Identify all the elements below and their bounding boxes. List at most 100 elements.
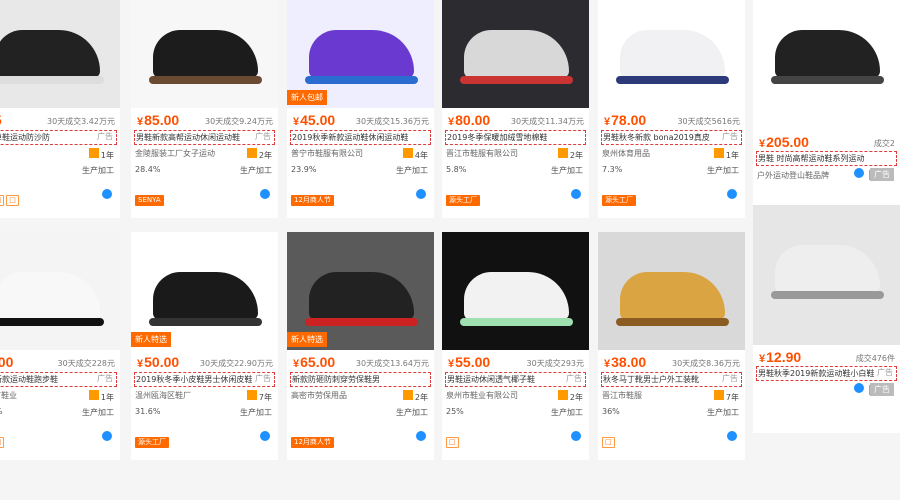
shoe-illustration <box>775 245 880 293</box>
service-badges: SENYA <box>135 187 166 206</box>
shop-years-value: 1年 <box>100 393 114 402</box>
shoe-illustration <box>775 30 880 78</box>
chat-icon[interactable] <box>571 431 581 441</box>
product-image[interactable]: 新人包邮 <box>287 0 434 108</box>
product-card[interactable]: ¥80.00 30天成交11.34万元 2019冬季保暖加绒雪地棉鞋 晋江市鞋服有限公… <box>442 0 589 218</box>
product-grid: ¥9530天成交3.42万元男系单鞋运动防沙防广告金陵1年16%生产加工□□□¥… <box>0 0 900 500</box>
product-image[interactable] <box>753 205 900 345</box>
service-badges: 12月商人节 <box>291 429 336 448</box>
shoe-illustration <box>309 30 414 78</box>
shop-years-value: 2年 <box>414 393 428 402</box>
product-image[interactable]: 新人特选 <box>287 232 434 350</box>
product-image[interactable] <box>598 232 745 350</box>
ad-label: 广告 <box>720 373 740 384</box>
product-card[interactable]: 新人特选 ¥65.00 30天成交13.64万元 新款防砸防刺穿劳保鞋男 高密市劳保用品… <box>287 232 434 460</box>
product-title[interactable]: 男鞋 时尚高帮运动鞋系列运动 <box>756 151 897 166</box>
ad-label: 广告 <box>253 131 273 142</box>
service-badges: □ <box>602 429 617 448</box>
shop-name[interactable]: 户外运动登山鞋品牌 <box>757 170 857 181</box>
repurchase-rate: 31.6% <box>135 407 161 416</box>
price: ¥55.00 <box>448 354 491 370</box>
shop-name[interactable]: 泉州市鞋业有限公司 <box>446 390 546 401</box>
business-type: 生产加工 <box>707 408 739 417</box>
product-image[interactable] <box>442 232 589 350</box>
chat-icon[interactable] <box>854 383 864 393</box>
product-card[interactable]: 新人特选 ¥50.00 30天成交22.90万元 2019秋冬季小皮鞋男士休闲皮鞋 广告… <box>131 232 278 460</box>
shop-level-icon <box>713 390 724 400</box>
service-badge: □ <box>0 195 5 206</box>
product-card[interactable]: 新人包邮 ¥45.00 30天成交15.36万元 2019秋季新款运动鞋休闲运动鞋 普宁… <box>287 0 434 218</box>
shoe-illustration <box>620 272 725 320</box>
promo-tag: 新人包邮 <box>287 90 327 105</box>
sales-volume: 30天成交3.42万元 <box>47 117 115 126</box>
product-image[interactable] <box>753 0 900 130</box>
product-title[interactable]: 新款防砸防刺穿劳保鞋男 <box>290 372 431 387</box>
shop-level-icon <box>246 390 257 400</box>
promo-tag: 新人特选 <box>287 332 327 347</box>
ad-label: 广告 <box>875 367 895 378</box>
product-image[interactable] <box>0 0 120 108</box>
chat-icon[interactable] <box>727 431 737 441</box>
chat-icon[interactable] <box>416 431 426 441</box>
chat-icon[interactable] <box>102 189 112 199</box>
chat-icon[interactable] <box>260 189 270 199</box>
service-badge: □ <box>602 437 615 448</box>
shop-level-icon <box>246 148 257 158</box>
shop-name[interactable]: 临沂市鞋业 <box>0 390 77 401</box>
shop-name[interactable]: 晋江市鞋服有限公司 <box>446 148 546 159</box>
shop-years: 2年 <box>246 148 272 161</box>
chat-icon[interactable] <box>102 431 112 441</box>
business-type: 生产加工 <box>396 408 428 417</box>
shoe-sole <box>460 318 573 326</box>
business-type: 生产加工 <box>240 166 272 175</box>
repurchase-rate: 36% <box>602 407 620 416</box>
shop-name[interactable]: 泉州体育用品 <box>602 148 702 159</box>
chat-icon[interactable] <box>571 189 581 199</box>
shop-years: 1年 <box>713 148 739 161</box>
product-image[interactable] <box>442 0 589 108</box>
business-type: 生产加工 <box>551 166 583 175</box>
shop-name[interactable]: 温州瓯海区鞋厂 <box>135 390 235 401</box>
shoe-illustration <box>153 272 258 320</box>
product-card[interactable]: ¥205.00成交2男鞋 时尚高帮运动鞋系列运动户外运动登山鞋品牌1年广告 <box>753 0 900 218</box>
shoe-illustration <box>0 272 100 320</box>
service-badge: SENYA <box>135 195 164 206</box>
product-image[interactable] <box>598 0 745 108</box>
product-card[interactable]: ¥38.00 30天成交8.36万元 秋冬马丁靴男士户外工装靴 广告 晋江市鞋服 7年 36… <box>598 232 745 460</box>
service-badge: 源头工厂 <box>446 195 480 206</box>
product-image[interactable]: 新人特选 <box>131 232 278 350</box>
price: ¥65.00 <box>293 354 336 370</box>
product-title[interactable]: 2019冬季保暖加绒雪地棉鞋 <box>445 130 586 145</box>
product-card[interactable]: ¥85.00 30天成交9.24万元 男鞋新款高帮运动休闲运动鞋 广告 金陵服装工厂女子… <box>131 0 278 218</box>
product-card[interactable]: ¥78.00 30天成交5616元 男鞋秋冬新款 bona2019真皮 广告 泉州体育用… <box>598 0 745 218</box>
product-title[interactable]: 2019秋季新款运动鞋休闲运动鞋 <box>290 130 431 145</box>
price-value: 55.00 <box>455 354 491 370</box>
sales-volume: 30天成交8.36万元 <box>672 359 740 368</box>
product-image[interactable] <box>0 232 120 350</box>
shop-years: 1年 <box>88 148 114 161</box>
product-card[interactable]: ¥12.90成交476件男鞋秋季2019新款运动鞋小白鞋广告1年广告 <box>753 205 900 433</box>
shop-name[interactable]: 金陵服装工厂女子运动 <box>135 148 235 159</box>
shop-name[interactable]: 晋江市鞋服 <box>602 390 702 401</box>
chat-icon[interactable] <box>260 431 270 441</box>
shop-name[interactable]: 金陵 <box>0 148 77 159</box>
chat-icon[interactable] <box>854 168 864 178</box>
product-card[interactable]: ¥9530天成交3.42万元男系单鞋运动防沙防广告金陵1年16%生产加工□□□ <box>0 0 120 218</box>
promo-tag: 新人特选 <box>131 332 171 347</box>
product-card[interactable]: ¥55.00 30天成交293元 男鞋运动休闲透气椰子鞋 广告 泉州市鞋业有限公司 2年 2… <box>442 232 589 460</box>
business-type: 生产加工 <box>707 166 739 175</box>
chat-icon[interactable] <box>727 189 737 199</box>
ad-button[interactable]: 广告 <box>870 383 894 396</box>
service-badge: □ <box>446 437 459 448</box>
service-badge: 源头工厂 <box>602 195 636 206</box>
repurchase-rate: 11.6% <box>0 407 2 416</box>
chat-icon[interactable] <box>416 189 426 199</box>
price-value: 78.00 <box>611 112 647 128</box>
product-image[interactable] <box>131 0 278 108</box>
shop-name[interactable]: 普宁市鞋服有限公司 <box>291 148 391 159</box>
product-card[interactable]: ¥7.0030天成交228元秋季新款运动鞋跑步鞋广告临沂市鞋业1年11.6%生产… <box>0 232 120 460</box>
shop-level-icon <box>88 390 99 400</box>
ad-button[interactable]: 广告 <box>870 168 894 181</box>
shop-name[interactable]: 高密市劳保用品 <box>291 390 391 401</box>
shop-level-icon <box>402 148 413 158</box>
